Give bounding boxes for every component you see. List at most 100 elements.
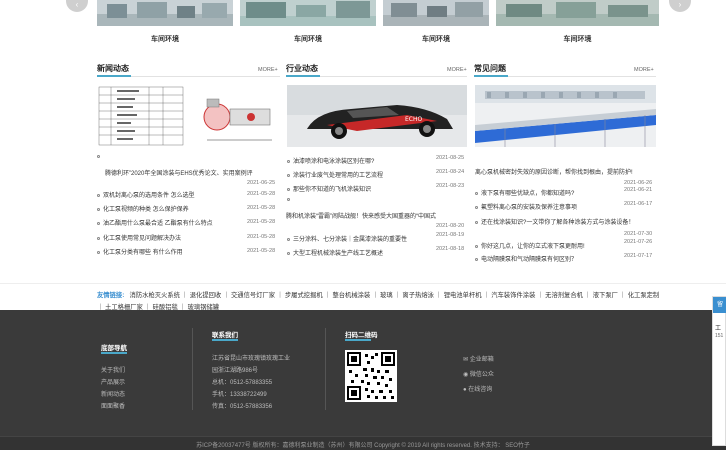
- industry-item[interactable]: 涂装行业废气处理常用的工艺流程: [287, 170, 437, 179]
- wechat-icon: ◉: [463, 372, 469, 378]
- news-item[interactable]: 化工泵视频的种类 怎么保护保养: [97, 204, 247, 213]
- faq-item[interactable]: 氟塑料离心泵的安装及保养注意事项: [475, 202, 625, 211]
- footer-social-chat[interactable]: ● 在线咨询: [463, 384, 492, 393]
- gallery-item[interactable]: 车间环境: [240, 0, 376, 50]
- industry-item-featured-title[interactable]: 腾和机涂装“雷霸”闹陆战舰！快来感受大国重器的“中国式: [286, 211, 467, 220]
- faq-item-date: 2021-06-17: [624, 201, 653, 207]
- gallery-item[interactable]: 车间环境: [496, 0, 659, 50]
- news-item[interactable]: 双机封离心泵的选用条件 怎么选型: [97, 190, 247, 199]
- bullet-icon: [97, 207, 100, 211]
- friend-link[interactable]: 化工泵定制: [628, 292, 659, 299]
- footer-nav-link[interactable]: 关于我们: [101, 365, 125, 374]
- bullet-icon: [97, 154, 100, 158]
- industry-item-title: 三分涂料、七分涂装｜金属漆涂装的重要性: [293, 237, 408, 243]
- footer-contact-line: 传真：0512-57883356: [212, 404, 273, 410]
- news-item-date: 2021-05-28: [247, 219, 276, 225]
- friend-link[interactable]: 无溶剂复合机: [545, 292, 583, 299]
- footer-social-wechat[interactable]: ◉ 微信公众: [463, 369, 494, 378]
- industry-item-title: 油漆喷涂和电泳涂装区别在哪?: [293, 159, 375, 165]
- faq-item[interactable]: 电动隔膜泵和气动隔膜泵有何区别？: [475, 254, 625, 263]
- bullet-icon: [97, 193, 100, 197]
- industry-item[interactable]: 三分涂料、七分涂装｜金属漆涂装的重要性: [287, 234, 437, 243]
- news-item-featured-title[interactable]: 腾德利环”2020年全国涂装与EHS优秀论文、实用案例评: [105, 168, 280, 177]
- footer: 底部导航 关于我们 产品展示 新闻动态 面面聚香 联系我们 江苏省昆山市玫瑰镇玫…: [0, 310, 726, 436]
- bullet-icon: [97, 221, 100, 225]
- gallery-next-arrow[interactable]: ›: [669, 0, 691, 12]
- friend-link[interactable]: 玻璃: [380, 292, 393, 299]
- industry-item-date: 2021-08-20: [436, 223, 465, 229]
- faq-item-featured-title[interactable]: 离心泵机械密封失效的原因诊断，帮你找到根由，提前防护!: [475, 167, 656, 176]
- friend-links-label: 友情链接:: [97, 292, 125, 299]
- copyright-text: 苏ICP备20037477号 版权所有：嘉德利泵业制造（苏州）有限公司 Copy…: [196, 443, 530, 449]
- footer-social-email[interactable]: ✉ 企业邮箱: [463, 354, 494, 363]
- faq-item-date: 2021-07-17: [624, 253, 653, 259]
- side-widget-header: 留: [713, 297, 726, 313]
- faq-item-date: 2021-06-26: [624, 180, 653, 186]
- industry-more-link[interactable]: MORE+: [447, 67, 467, 73]
- news-item[interactable]: [97, 154, 280, 160]
- faq-item-date: 2021-07-30: [624, 231, 653, 237]
- friend-link[interactable]: 离子热熔泳: [402, 292, 433, 299]
- bullet-icon: [287, 237, 290, 241]
- industry-item[interactable]: 油漆喷涂和电泳涂装区别在哪?: [287, 156, 437, 165]
- industry-item[interactable]: 那些你不知道的飞机涂装知识: [287, 184, 437, 193]
- friend-link[interactable]: 退化提回收: [190, 292, 221, 299]
- faq-item[interactable]: 液下泵有哪些优缺点，你都知道吗?: [475, 188, 625, 197]
- footer-nav-link[interactable]: 面面聚香: [101, 401, 125, 410]
- footer-contact-line: 江苏省昆山市玫瑰镇玫瑰工业: [212, 356, 291, 362]
- footer-social-label: 在线咨询: [468, 387, 493, 393]
- industry-item-date: 2021-08-23: [436, 183, 465, 189]
- friend-link[interactable]: 汽车装饰件涂装: [491, 292, 535, 299]
- industry-item[interactable]: [287, 197, 467, 203]
- industry-item-title: 那些你不知道的飞机涂装知识: [293, 187, 372, 193]
- gallery-caption: 车间环境: [151, 36, 179, 43]
- footer-divider: [325, 328, 326, 410]
- friend-link[interactable]: 液下泵厂: [593, 292, 618, 299]
- bullet-icon: [287, 251, 290, 255]
- side-contact-widget[interactable]: 留 工 151: [712, 296, 726, 446]
- faq-item-date: 2021-06-21: [624, 187, 653, 193]
- news-item[interactable]: 化工泵分类有哪些 有什么作用: [97, 247, 247, 256]
- industry-image[interactable]: ECHO: [287, 85, 467, 147]
- news-image[interactable]: [97, 85, 280, 147]
- news-item-title: 化工泵使用常见问题解决办法: [103, 236, 182, 242]
- friend-link[interactable]: 交通信号灯厂家: [231, 292, 275, 299]
- footer-bottom-bar: 苏ICP备20037477号 版权所有：嘉德利泵业制造（苏州）有限公司 Copy…: [0, 436, 726, 450]
- friend-link[interactable]: 整台机械涂装: [332, 292, 370, 299]
- industry-item-date: 2021-08-24: [436, 169, 465, 175]
- industry-item-date: 2021-08-19: [436, 232, 465, 238]
- industry-underline: [286, 75, 320, 77]
- footer-contact-underline: [212, 339, 238, 341]
- friend-link[interactable]: 锂电池单杆机: [444, 292, 482, 299]
- gallery-item[interactable]: 车间环境: [383, 0, 489, 50]
- news-item[interactable]: 化工泵使用常见问题解决办法: [97, 233, 247, 242]
- industry-title: 行业动态: [286, 64, 318, 73]
- news-more-link[interactable]: MORE+: [258, 67, 278, 73]
- friend-link[interactable]: 消防水枪灭火系统: [130, 292, 180, 299]
- gallery-prev-arrow[interactable]: ‹: [66, 0, 88, 12]
- friend-link[interactable]: 步履式挖掘机: [285, 292, 323, 299]
- faq-more-link[interactable]: MORE+: [634, 67, 654, 73]
- faq-item[interactable]: 你好这几点，让你的立式液下泵更耐用!: [475, 241, 625, 250]
- news-item-date: 2021-05-28: [247, 205, 276, 211]
- footer-nav-title: 底部导航: [101, 345, 127, 352]
- faq-item[interactable]: 还在找涂装知识?一文带你了解各种涂装方式与涂装设备！: [475, 217, 655, 226]
- bullet-icon: [287, 197, 290, 201]
- bullet-icon: [475, 205, 478, 209]
- footer-nav-link[interactable]: 新闻动态: [101, 389, 125, 398]
- bullet-icon: [287, 173, 290, 177]
- qr-code-icon: [345, 350, 397, 402]
- industry-item[interactable]: 大型工程机械涂装生产线工艺概述: [287, 248, 437, 257]
- bullet-icon: [287, 187, 290, 191]
- gallery-item[interactable]: 车间环境: [97, 0, 233, 50]
- news-item[interactable]: 油乙酯用什么泵最合适 乙酯泵有什么特点: [97, 218, 247, 227]
- faq-title: 常见问题: [474, 64, 506, 73]
- footer-social-label: 微信公众: [469, 372, 494, 378]
- faq-item-title: 氟塑料离心泵的安装及保养注意事项: [481, 205, 578, 211]
- news-item-date: 2021-05-28: [247, 234, 276, 240]
- news-underline: [97, 75, 131, 77]
- footer-nav-link[interactable]: 产品展示: [101, 377, 125, 386]
- faq-image[interactable]: [475, 85, 656, 147]
- bullet-icon: [97, 250, 100, 254]
- bullet-icon: [287, 159, 290, 163]
